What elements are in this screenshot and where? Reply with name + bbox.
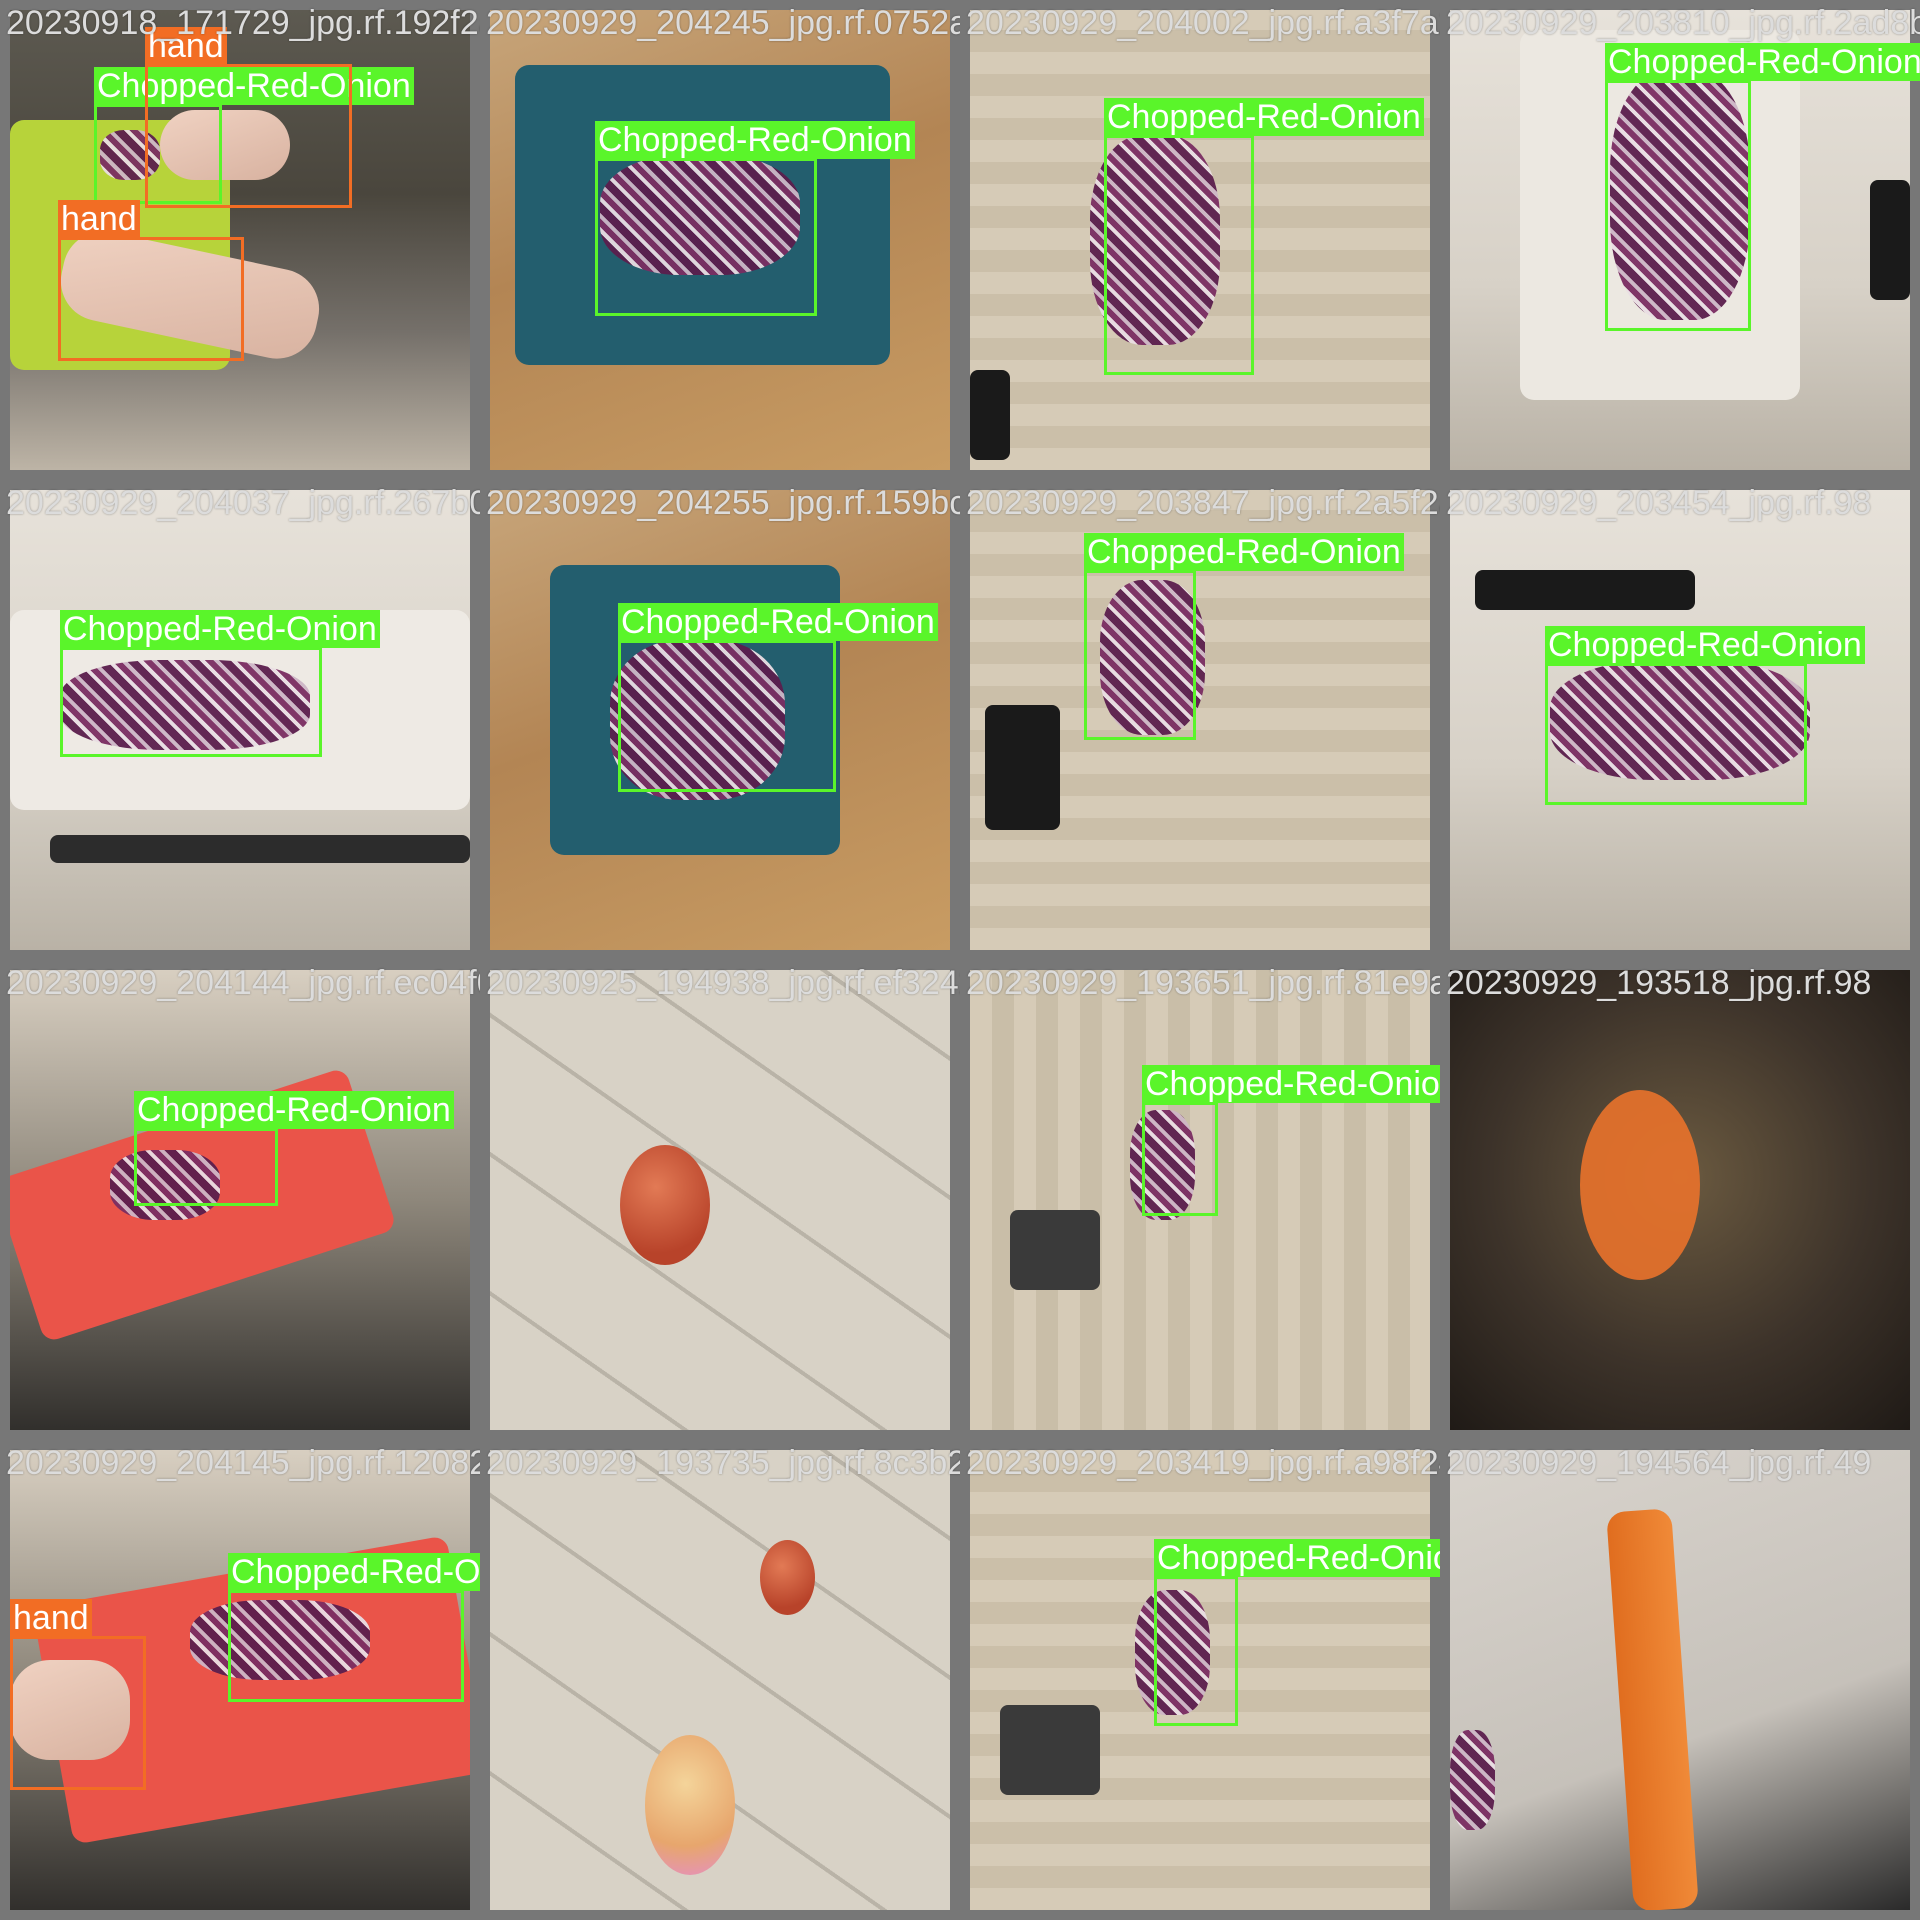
tile-3: Chopped-Red-Onion 20230929_204002_jpg.rf… <box>960 0 1440 480</box>
hand-box: hand <box>10 1599 146 1790</box>
phone-image <box>985 705 1060 830</box>
onion-pieces <box>1450 1730 1495 1830</box>
photo-16 <box>1450 1450 1910 1910</box>
mosaic-grid: Chopped-Red-Onion hand hand 20230918_171… <box>0 0 1920 1920</box>
tile-6: Chopped-Red-Onion 20230929_204255_jpg.rf… <box>480 480 960 960</box>
onion-box: Chopped-Red-Onion <box>1545 626 1865 805</box>
tile-filename: 20230929_203454_jpg.rf.98 <box>1446 484 1872 522</box>
box-label: Chopped-Red-Onion <box>228 1553 480 1591</box>
onion-box: Chopped-Red-Onion <box>1084 533 1404 740</box>
onion-box: Chopped-Red-Onion <box>1605 43 1920 331</box>
tile-filename: 20230929_193651_jpg.rf.81e9a3a1c13f3a531… <box>966 964 1440 1002</box>
device-image <box>1870 180 1910 300</box>
tile-filename: 20230929_204245_jpg.rf.0752a1ad9e38a8049 <box>486 4 960 42</box>
box-label: Chopped-Red-Onion <box>60 610 380 648</box>
tile-4: Chopped-Red-Onion 20230929_203810_jpg.rf… <box>1440 0 1920 480</box>
beach-ball-image <box>645 1735 735 1875</box>
ball-image <box>760 1540 815 1615</box>
box-label: Chopped-Red-Onion <box>1142 1065 1440 1103</box>
tile-15: Chopped-Red-Onion 20230929_203419_jpg.rf… <box>960 1440 1440 1920</box>
onion-box: Chopped-Red-Onion <box>1154 1539 1440 1726</box>
tile-filename: 20230929_204144_jpg.rf.ec04f0a5b4a8e9678 <box>6 964 480 1002</box>
tile-8: Chopped-Red-Onion 20230929_203454_jpg.rf… <box>1440 480 1920 960</box>
tile-filename: 20230929_193518_jpg.rf.98 <box>1446 964 1872 1002</box>
tile-10: 20230925_194938_jpg.rf.ef32429b2f76998 <box>480 960 960 1440</box>
onion-box: Chopped-Red-Onion <box>1142 1065 1440 1216</box>
biscuit-pack-image <box>1606 1508 1699 1910</box>
tile-filename: 20230929_204255_jpg.rf.159bc3a36e1a3c3f4… <box>486 484 960 522</box>
photo-12 <box>1450 970 1910 1430</box>
onion-box: Chopped-Red-Onion <box>228 1553 480 1702</box>
pepper-image <box>1580 1090 1700 1280</box>
tile-9: Chopped-Red-Onion 20230929_204144_jpg.rf… <box>0 960 480 1440</box>
tile-filename: 20230929_204145_jpg.rf.12082830a9b8e137a… <box>6 1444 480 1482</box>
onion-box: Chopped-Red-Onion <box>595 121 915 316</box>
tile-14: 20230929_193735_jpg.rf.8c3b2d1f3a9c2039 <box>480 1440 960 1920</box>
tile-filename: 20230918_171729_jpg.rf.192f2a6a9a2b0223 <box>6 4 480 42</box>
phone-image <box>1000 1705 1100 1795</box>
box-label: hand <box>10 1599 92 1637</box>
box-label: hand <box>58 200 140 238</box>
stove-image <box>50 835 470 863</box>
box-label: Chopped-Red-Onion <box>595 121 915 159</box>
box-label: Chopped-Red-Onion <box>1605 43 1920 81</box>
hand-box: hand <box>145 27 352 208</box>
box-label: Chopped-Red-Onion <box>618 603 938 641</box>
box-label: Chopped-Red-Onion <box>1545 626 1865 664</box>
tile-filename: 20230929_203419_jpg.rf.a98f24a3e12345e4 <box>966 1444 1440 1482</box>
phone-image <box>970 370 1010 460</box>
tile-11: Chopped-Red-Onion 20230929_193651_jpg.rf… <box>960 960 1440 1440</box>
tile-filename: 20230929_204037_jpg.rf.267b0a1b06c424255 <box>6 484 480 522</box>
box-label: Chopped-Red-Onion <box>134 1091 454 1129</box>
tile-filename: 20230929_194564_jpg.rf.49 <box>1446 1444 1872 1482</box>
box-label: Chopped-Red-Onion <box>1104 98 1424 136</box>
photo-14 <box>490 1450 950 1910</box>
tile-1: Chopped-Red-Onion hand hand 20230918_171… <box>0 0 480 480</box>
onion-box: Chopped-Red-Onion <box>1104 98 1424 375</box>
tile-7: Chopped-Red-Onion 20230929_203847_jpg.rf… <box>960 480 1440 960</box>
tile-filename: 20230925_194938_jpg.rf.ef32429b2f76998 <box>486 964 960 1002</box>
photo-10 <box>490 970 950 1430</box>
onion-box: Chopped-Red-Onion <box>134 1091 454 1206</box>
onion-box: Chopped-Red-Onion <box>60 610 380 757</box>
tile-filename: 20230929_203810_jpg.rf.2ad8b3e1a1a0c1c <box>1446 4 1920 42</box>
tile-12: 20230929_193518_jpg.rf.98 <box>1440 960 1920 1440</box>
tile-16: 20230929_194564_jpg.rf.49 <box>1440 1440 1920 1920</box>
phone-image <box>1010 1210 1100 1290</box>
ball-image <box>620 1145 710 1265</box>
tile-filename: 20230929_204002_jpg.rf.a3f7a2730c830610 <box>966 4 1440 42</box>
onion-box: Chopped-Red-Onion <box>618 603 938 792</box>
tile-filename: 20230929_193735_jpg.rf.8c3b2d1f3a9c2039 <box>486 1444 960 1482</box>
tile-13: Chopped-Red-Onion hand 20230929_204145_j… <box>0 1440 480 1920</box>
box-label: Chopped-Red-Onion <box>1084 533 1404 571</box>
tile-filename: 20230929_203847_jpg.rf.2a5f2a4a1b4c30454 <box>966 484 1440 522</box>
tile-2: Chopped-Red-Onion 20230929_204245_jpg.rf… <box>480 0 960 480</box>
hand-box: hand <box>58 200 244 361</box>
tile-5: Chopped-Red-Onion 20230929_204037_jpg.rf… <box>0 480 480 960</box>
box-label: Chopped-Red-Onion <box>1154 1539 1440 1577</box>
phone-image <box>1475 570 1695 610</box>
